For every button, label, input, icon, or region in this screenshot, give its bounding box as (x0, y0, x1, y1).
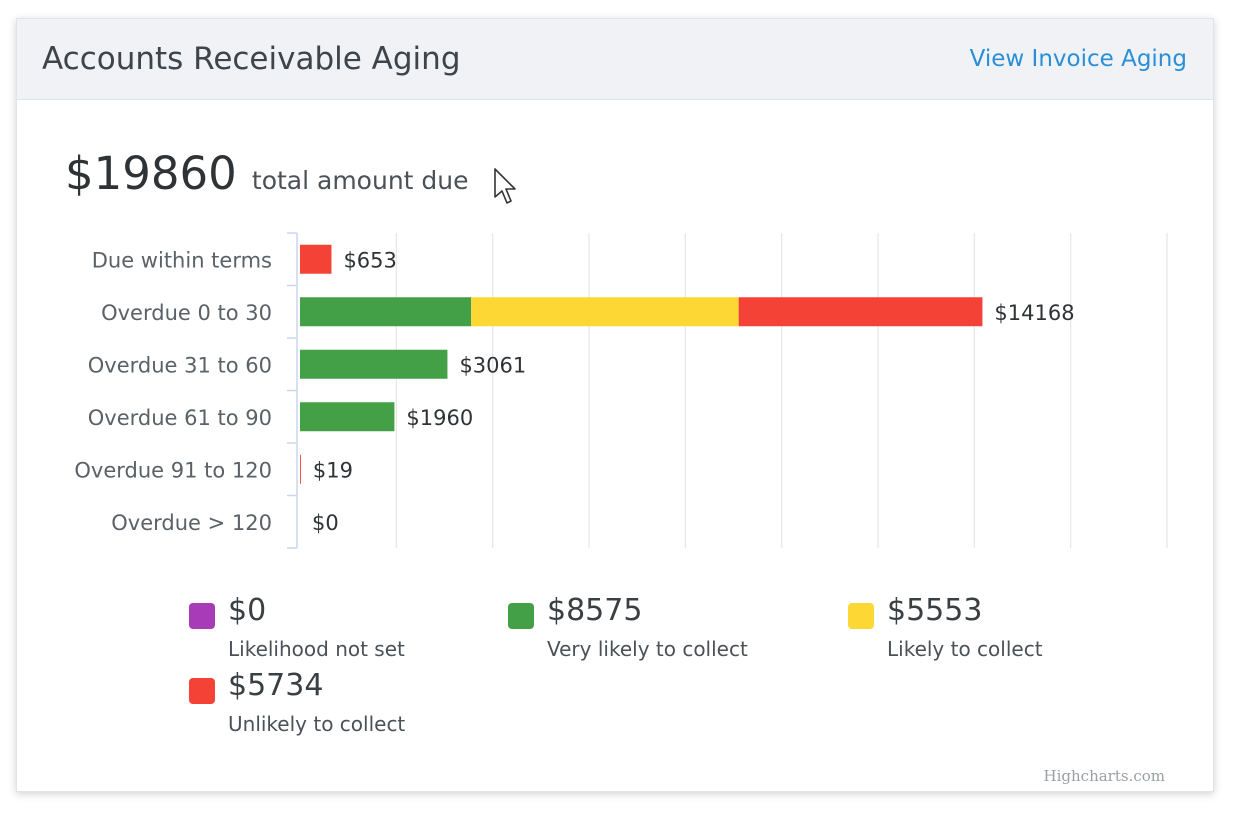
bar-total-label: $3061 (459, 353, 526, 377)
legend-label: Unlikely to collect (228, 712, 406, 736)
bar-total-label: $653 (343, 248, 396, 272)
bar-segment (300, 244, 332, 274)
bar-total-label: $14168 (994, 301, 1074, 325)
category-label: Overdue > 120 (111, 511, 272, 535)
legend-label: Very likely to collect (547, 637, 748, 661)
category-label: Due within terms (92, 248, 272, 272)
category-label: Overdue 91 to 120 (74, 458, 272, 482)
legend-value: $5553 (887, 593, 983, 628)
category-label: Overdue 61 to 90 (88, 406, 272, 430)
legend-swatch (189, 678, 215, 704)
bar-segment (300, 297, 472, 327)
legend-swatch (508, 603, 534, 629)
bar-total-label: $0 (312, 511, 339, 535)
legend-label: Likelihood not set (228, 637, 405, 661)
aging-bar-chart: Due within terms Overdue 0 to 30 Overdue 3… (74, 232, 1168, 549)
legend-item[interactable]: $8575 Very likely to collect (508, 593, 808, 661)
legend-label: Likely to collect (887, 637, 1043, 661)
legend-item[interactable]: $0 Likelihood not set (189, 593, 489, 661)
bar-total-label: $19 (313, 458, 353, 482)
bar-segment (300, 454, 301, 484)
category-label: Overdue 0 to 30 (101, 301, 272, 325)
ar-aging-card: Accounts Receivable Aging View Invoice A… (16, 18, 1214, 792)
bar-total-label: $1960 (406, 406, 473, 430)
legend-item[interactable]: $5553 Likely to collect (848, 593, 1148, 661)
legend-value: $8575 (547, 593, 643, 628)
bar-segment (738, 297, 983, 327)
bar-segment (471, 297, 739, 327)
legend-swatch (189, 603, 215, 629)
legend-value: $0 (228, 593, 267, 628)
category-label: Overdue 31 to 60 (88, 353, 272, 377)
highcharts-credits[interactable]: Highcharts.com (1044, 767, 1165, 785)
bar-segment (300, 349, 448, 379)
legend-value: $5734 (228, 668, 324, 703)
legend-swatch (848, 603, 874, 629)
legend-item[interactable]: $5734 Unlikely to collect (189, 668, 489, 736)
bar-segment (300, 402, 395, 432)
